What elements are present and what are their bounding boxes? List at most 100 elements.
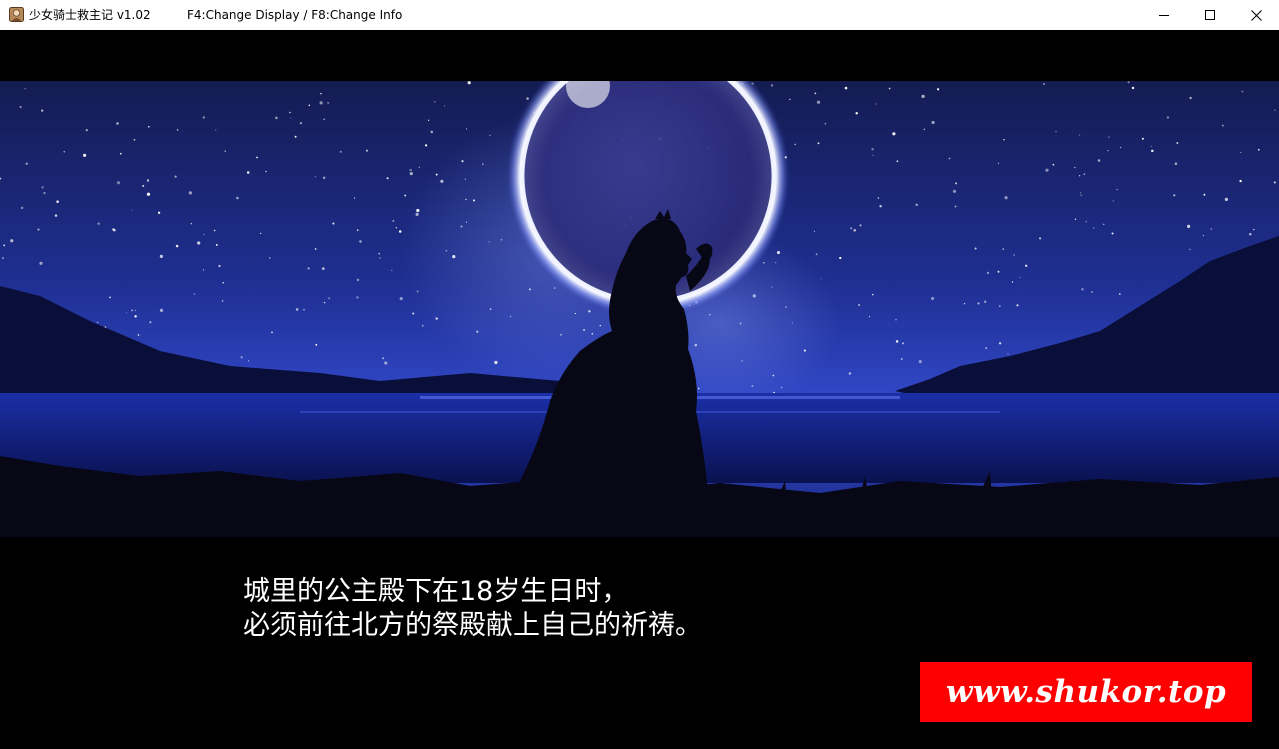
- star: [215, 129, 217, 131]
- star: [134, 315, 137, 318]
- star: [418, 166, 420, 168]
- star: [1151, 149, 1154, 153]
- star: [295, 308, 299, 311]
- star: [271, 331, 273, 334]
- star: [1189, 96, 1192, 100]
- star: [308, 104, 311, 107]
- star: [190, 223, 193, 225]
- star: [1274, 109, 1276, 111]
- star: [1187, 224, 1191, 228]
- star: [378, 252, 380, 255]
- star: [215, 243, 218, 246]
- star: [1013, 254, 1015, 256]
- window-title: 少女骑士救主记 v1.02: [29, 8, 151, 22]
- star: [877, 197, 880, 199]
- star: [265, 170, 267, 173]
- star: [382, 357, 385, 360]
- star: [813, 230, 815, 232]
- close-button[interactable]: [1233, 0, 1279, 30]
- star: [307, 267, 310, 270]
- minimize-button[interactable]: [1141, 0, 1187, 30]
- star: [858, 304, 861, 306]
- star: [1093, 227, 1095, 229]
- star: [294, 135, 297, 138]
- star: [1127, 81, 1130, 84]
- star: [1257, 148, 1260, 151]
- star: [1118, 293, 1121, 295]
- star: [1221, 124, 1224, 127]
- star: [260, 232, 262, 235]
- star: [985, 347, 988, 350]
- star: [1103, 223, 1105, 225]
- star: [931, 296, 935, 301]
- star: [936, 88, 940, 91]
- message-line-2: 必须前往北方的祭殿献上自己的祈祷。: [243, 610, 702, 641]
- star: [1116, 188, 1118, 191]
- star: [391, 269, 393, 272]
- close-icon: [1250, 9, 1262, 21]
- star: [872, 293, 874, 296]
- star: [256, 156, 258, 159]
- star: [109, 296, 111, 299]
- star: [202, 269, 205, 271]
- star: [844, 86, 848, 90]
- star: [319, 101, 323, 105]
- princess-moon-cg: [0, 81, 1279, 537]
- star: [236, 196, 239, 200]
- star: [424, 144, 428, 147]
- star: [56, 200, 59, 203]
- star: [224, 150, 226, 152]
- star: [157, 211, 161, 214]
- star: [246, 171, 250, 174]
- star: [1081, 288, 1084, 291]
- star: [222, 281, 225, 284]
- app-icon: [9, 7, 24, 22]
- star: [770, 84, 774, 87]
- star: [1176, 142, 1179, 144]
- star: [895, 340, 899, 343]
- star: [119, 152, 122, 155]
- star: [133, 138, 136, 141]
- star: [1150, 145, 1152, 147]
- title-bar[interactable]: 少女骑士救主记 v1.02 F4:Change Display / F8:Cha…: [0, 0, 1279, 30]
- star: [97, 222, 100, 225]
- star: [421, 324, 424, 327]
- star: [203, 233, 205, 236]
- star: [859, 224, 862, 227]
- star: [1042, 82, 1045, 85]
- star: [1241, 90, 1244, 93]
- star: [25, 162, 28, 165]
- star: [116, 122, 119, 125]
- game-screen[interactable]: 城里的公主殿下在18岁生日时， 必须前往北方的祭殿献上自己的祈祷。 www.sh…: [0, 30, 1279, 749]
- star: [248, 360, 250, 362]
- star: [1078, 175, 1081, 177]
- star: [159, 308, 164, 312]
- star: [915, 203, 918, 206]
- message-window[interactable]: 城里的公主殿下在18岁生日时， 必须前往北方的祭殿献上自己的祈祷。: [243, 575, 943, 643]
- star: [997, 270, 1000, 273]
- star: [923, 128, 926, 131]
- star: [872, 154, 874, 156]
- star: [176, 129, 179, 131]
- star: [1074, 166, 1076, 169]
- star: [409, 172, 413, 176]
- star: [848, 372, 852, 375]
- star: [1091, 291, 1094, 294]
- star: [322, 267, 325, 270]
- star: [1249, 232, 1252, 236]
- maximize-button[interactable]: [1187, 0, 1233, 30]
- star: [1025, 264, 1028, 267]
- star: [963, 303, 966, 305]
- star: [85, 128, 88, 132]
- star: [1240, 151, 1242, 154]
- star: [24, 88, 26, 90]
- star: [202, 116, 205, 119]
- star: [952, 189, 957, 193]
- star: [10, 239, 14, 243]
- star: [41, 109, 44, 112]
- star: [900, 358, 903, 360]
- star: [299, 122, 302, 125]
- star: [1016, 304, 1019, 307]
- star: [409, 168, 412, 172]
- star: [1141, 137, 1144, 140]
